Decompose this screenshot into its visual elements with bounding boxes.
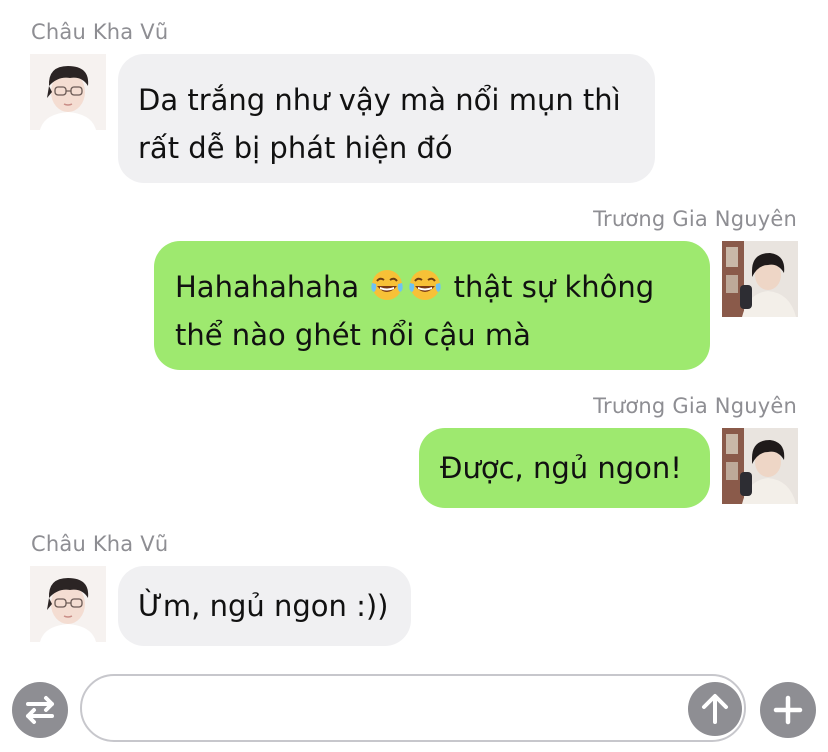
face-with-tears-of-joy-icon	[370, 268, 404, 302]
message-text: Hahahahaha	[175, 270, 360, 304]
message-text: Da trắng như vậy mà nổi mụn thì	[138, 83, 621, 117]
avatar-chau-kha-vu[interactable]	[30, 54, 106, 130]
message-bubble-incoming[interactable]: Da trắng như vậy mà nổi mụn thì rất dễ b…	[118, 54, 655, 183]
sender-name: Trương Gia Nguyên	[593, 394, 797, 418]
sender-name: Châu Kha Vũ	[31, 20, 169, 44]
message-text: thật sự không	[453, 270, 655, 304]
message-text: Được, ngủ ngon!	[440, 451, 682, 485]
message-text: thể nào ghét nổi cậu mà	[175, 318, 531, 352]
chat-view: Châu Kha Vũ Da trắng như vậy mà nổi mụn …	[0, 0, 828, 752]
message-bubble-incoming[interactable]: Ừm, ngủ ngon :))	[118, 566, 411, 646]
message-input[interactable]	[80, 674, 746, 742]
message-text: rất dễ bị phát hiện đó	[138, 131, 453, 165]
plus-icon[interactable]	[760, 682, 816, 738]
arrow-up-icon[interactable]	[688, 682, 742, 736]
message-text: Ừm, ngủ ngon :))	[138, 589, 389, 623]
swap-arrows-icon[interactable]	[12, 682, 68, 738]
sender-name: Trương Gia Nguyên	[593, 207, 797, 231]
face-with-tears-of-joy-icon	[408, 268, 442, 302]
sender-name: Châu Kha Vũ	[31, 532, 169, 556]
avatar-truong-gia-nguyen[interactable]	[722, 241, 798, 317]
avatar-truong-gia-nguyen[interactable]	[722, 428, 798, 504]
avatar-chau-kha-vu[interactable]	[30, 566, 106, 642]
message-bubble-outgoing[interactable]: Hahahahaha thật sự không thể nào ghét nổ…	[154, 241, 710, 370]
message-bubble-outgoing[interactable]: Được, ngủ ngon!	[419, 428, 710, 508]
